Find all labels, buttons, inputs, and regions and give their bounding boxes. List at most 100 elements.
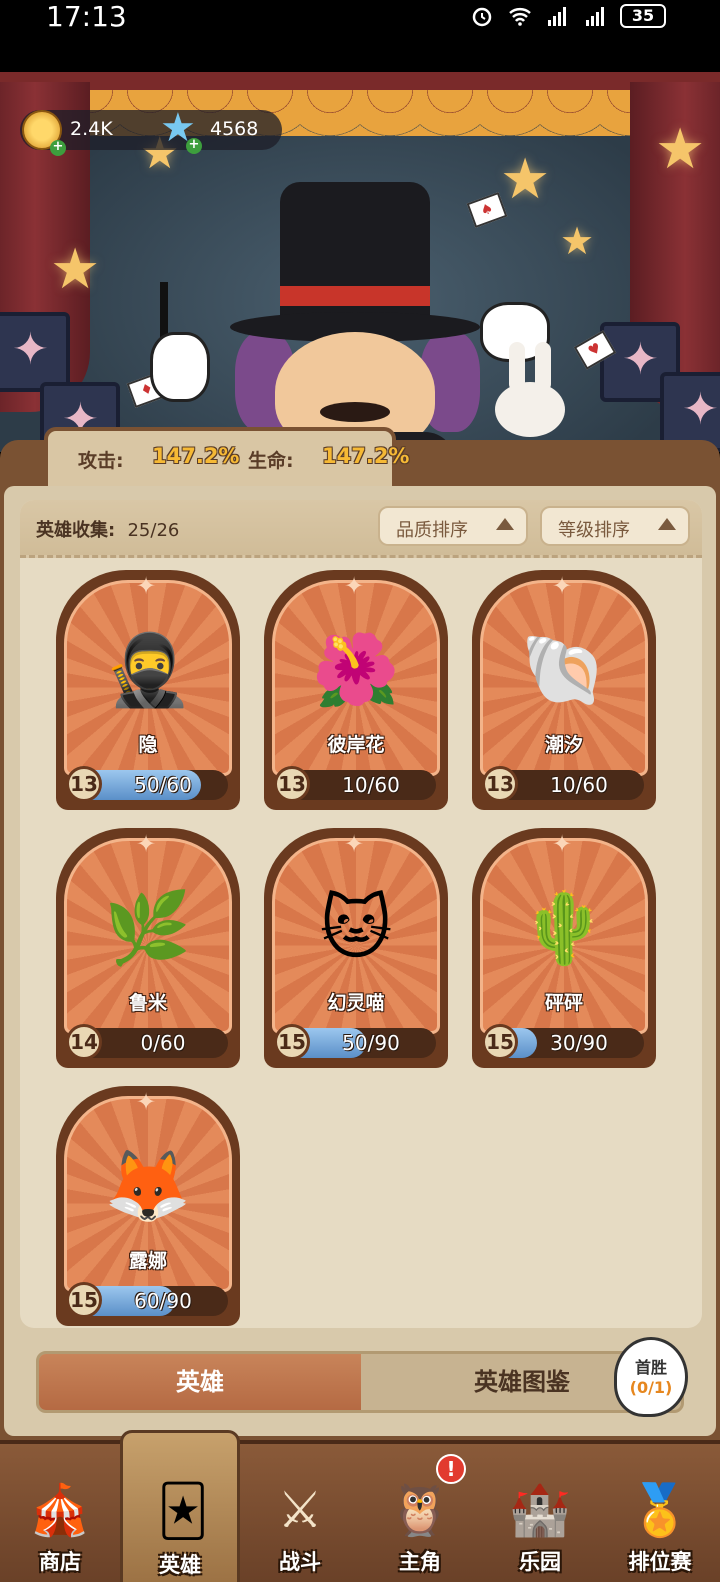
star-decoration: ★ (560, 219, 595, 263)
hero-name: 鲁米 (128, 992, 167, 1014)
status-time: 17:13 (46, 0, 127, 33)
first-win-count: (0/1) (629, 1378, 673, 1397)
hero-tabs: 英雄 英雄图鉴 (36, 1351, 684, 1413)
hero-card[interactable]: ✦ 🐚 潮汐 10/60 13 (472, 570, 656, 810)
magician-character (150, 182, 550, 452)
hero-level-badge: 13 (274, 766, 310, 802)
nav-label: 主角 (399, 1550, 441, 1574)
sort-quality-label: 品质排序 (396, 520, 468, 541)
hero-level-badge: 14 (66, 1024, 102, 1060)
hero-level-badge: 13 (66, 766, 102, 802)
card-diamond-icon: ✦ (136, 572, 157, 600)
card-diamond-icon: ✦ (552, 830, 573, 858)
card-diamond-icon: ✦ (344, 830, 365, 858)
first-win-bubble[interactable]: 首胜 (0/1) (614, 1337, 688, 1417)
hero-name: 幻灵喵 (327, 992, 385, 1014)
hero-progress-text: 0/60 (140, 1031, 186, 1055)
alarm-icon (472, 7, 492, 27)
nav-battle[interactable]: ⚔ 战斗 (240, 1444, 360, 1582)
card-diamond-icon: ✦ (552, 572, 573, 600)
card-diamond-icon: ✦ (136, 1088, 157, 1116)
coin-icon[interactable] (22, 110, 66, 156)
hero-level-badge: 13 (482, 766, 518, 802)
hero-portrait: 🥷 (104, 629, 192, 711)
hero-name: 彼岸花 (327, 734, 385, 756)
status-bar: 17:13 35 (0, 0, 720, 72)
hero-portrait: 🦊 (104, 1145, 192, 1227)
add-gems-icon[interactable]: + (186, 138, 202, 154)
hero-card[interactable]: ✦ 🐱 幻灵喵 50/90 15 (264, 828, 448, 1068)
nav-park[interactable]: 🏰 乐园 (480, 1444, 600, 1582)
currency-bar: 2.4K ★ + 4568 (20, 108, 282, 156)
battle-swords-icon: ⚔ (277, 1481, 323, 1539)
nav-label: 排位赛 (628, 1550, 692, 1574)
hero-card[interactable]: ✦ 🌿 鲁米 0/60 14 (56, 828, 240, 1068)
hero-level-badge: 15 (482, 1024, 518, 1060)
hero-card[interactable]: ✦ 🦊 露娜 60/90 15 (56, 1086, 240, 1326)
nav-label: 战斗 (279, 1550, 321, 1574)
card-diamond-icon: ✦ (136, 830, 157, 858)
collection-header: 英雄收集: 25/26 品质排序 等级排序 (20, 500, 702, 558)
hero-cards-icon: 🃏 (157, 1482, 209, 1540)
nav-ranked[interactable]: 🏅 排位赛 (600, 1444, 720, 1582)
hero-portrait: 🐱 (319, 887, 393, 969)
tab-heroes[interactable]: 英雄 (39, 1354, 361, 1410)
signal-icon (548, 7, 566, 26)
hero-progress-text: 30/90 (550, 1031, 608, 1055)
ranked-badge-icon: 🏅 (628, 1481, 692, 1539)
nav-heroes[interactable]: 🃏 英雄 (120, 1430, 240, 1582)
wifi-icon (509, 8, 531, 26)
collection-count: 25/26 (127, 520, 180, 541)
status-icons: 35 (468, 4, 666, 28)
card-diamond-icon: ✦ (344, 572, 365, 600)
bottom-nav: 🎪 商店 🃏 英雄 ⚔ 战斗 🦉 ! 主角 🏰 乐园 🏅 排位赛 (0, 1430, 720, 1582)
hero-card[interactable]: ✦ 🌵 砰砰 30/90 15 (472, 828, 656, 1068)
collection-title: 英雄收集: (36, 520, 116, 541)
magic-crate (0, 312, 70, 392)
attack-value: 147.2% (152, 444, 240, 468)
hero-level-badge: 15 (274, 1024, 310, 1060)
first-win-title: 首胜 (634, 1358, 667, 1377)
hero-card[interactable]: ✦ 🌺 彼岸花 10/60 13 (264, 570, 448, 810)
sort-up-arrow-icon (658, 518, 676, 530)
owl-protagonist-icon: 🦉 (388, 1481, 452, 1539)
sort-level-label: 等级排序 (558, 520, 630, 541)
hero-collection: 英雄收集: 25/26 品质排序 等级排序 ✦ 🥷 隐 50/60 13 ✦ 🌺 彼岸花 10/… (20, 500, 702, 1328)
hero-portrait: 🌺 (312, 629, 400, 711)
health-value: 147.2% (322, 444, 410, 468)
signal-icon-2 (586, 7, 604, 26)
gem-amount: 4568 (210, 118, 259, 140)
nav-protagonist[interactable]: 🦉 ! 主角 (360, 1444, 480, 1582)
hero-level-badge: 15 (66, 1282, 102, 1318)
collection-label: 英雄收集: 25/26 (36, 516, 179, 542)
battery-indicator: 35 (620, 4, 666, 28)
castle-park-icon: 🏰 (508, 1481, 572, 1539)
hero-name: 隐 (138, 734, 158, 756)
hero-progress-text: 50/60 (134, 773, 192, 797)
hero-name: 露娜 (128, 1250, 167, 1272)
stats-tab: 攻击: 147.2% 生命: 147.2% (44, 427, 409, 487)
nav-label: 乐园 (519, 1550, 561, 1574)
sort-up-arrow-icon (496, 518, 514, 530)
health-label: 生命: (248, 450, 294, 472)
sort-by-level-button[interactable]: 等级排序 (540, 506, 690, 546)
nav-label: 英雄 (159, 1553, 201, 1577)
alert-badge-icon: ! (436, 1454, 466, 1484)
hero-progress-text: 50/90 (342, 1031, 400, 1055)
sort-by-quality-button[interactable]: 品质排序 (378, 506, 528, 546)
hero-portrait: 🌵 (520, 887, 608, 969)
star-decoration: ★ (50, 237, 101, 302)
hero-name: 砰砰 (544, 992, 583, 1014)
hero-progress-text: 60/90 (134, 1289, 192, 1313)
hero-name: 潮汐 (544, 734, 583, 756)
hero-portrait: 🐚 (520, 629, 608, 711)
bunny-character (495, 342, 565, 437)
hero-progress-text: 10/60 (342, 773, 400, 797)
star-decoration: ★ (655, 117, 706, 182)
nav-shop[interactable]: 🎪 商店 (0, 1444, 120, 1582)
hero-card[interactable]: ✦ 🥷 隐 50/60 13 (56, 570, 240, 810)
hero-portrait: 🌿 (104, 887, 192, 969)
shop-tent-icon: 🎪 (28, 1481, 92, 1539)
hero-progress-text: 10/60 (550, 773, 608, 797)
coin-amount: 2.4K (70, 118, 113, 140)
